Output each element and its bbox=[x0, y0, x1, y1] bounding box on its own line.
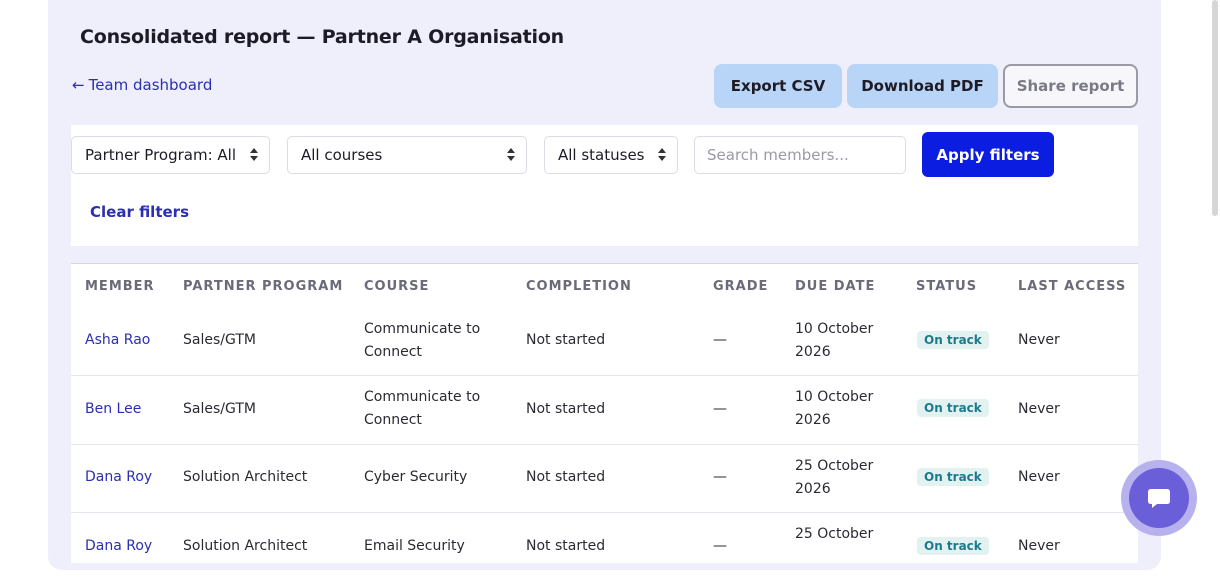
back-link-label: Team dashboard bbox=[88, 76, 213, 94]
export-csv-button[interactable]: Export CSV bbox=[714, 64, 842, 108]
last-access-cell: Never bbox=[1018, 401, 1060, 417]
partner-program-cell: Sales/GTM bbox=[183, 332, 256, 348]
status-select-value: All statuses bbox=[558, 146, 645, 164]
column-header-course[interactable]: COURSE bbox=[364, 279, 429, 294]
member-name-link[interactable]: Dana Roy bbox=[85, 466, 152, 489]
course-cell-line2: Connect bbox=[364, 412, 422, 428]
status-badge: On track bbox=[917, 331, 989, 349]
partner-program-select[interactable]: Partner Program: All bbox=[71, 136, 270, 174]
course-select[interactable]: All courses bbox=[287, 136, 527, 174]
due-date-cell-line1: 25 October bbox=[795, 458, 874, 474]
column-header-status[interactable]: STATUS bbox=[916, 279, 977, 294]
download-pdf-button[interactable]: Download PDF bbox=[847, 64, 998, 108]
course-cell-line1: Email Security bbox=[364, 538, 465, 554]
partner-program-select-value: Partner Program: All bbox=[85, 146, 236, 164]
course-cell-line1: Cyber Security bbox=[364, 469, 468, 485]
partner-program-cell: Solution Architect bbox=[183, 469, 308, 485]
grade-cell: — bbox=[713, 538, 727, 554]
grade-cell: — bbox=[713, 469, 727, 485]
page-title: Consolidated report — Partner A Organisa… bbox=[80, 26, 565, 48]
course-cell-line2: Connect bbox=[364, 344, 422, 360]
due-date-cell-line1: 25 October bbox=[795, 526, 874, 542]
select-caret-icon bbox=[250, 147, 259, 163]
completion-cell: Not started bbox=[526, 469, 606, 485]
due-date-cell-line2: 2026 bbox=[795, 344, 831, 360]
select-caret-icon bbox=[658, 147, 667, 163]
clear-filters-link[interactable]: Clear filters bbox=[90, 203, 189, 221]
column-header-completion[interactable]: COMPLETION bbox=[526, 279, 632, 294]
member-name-link[interactable]: Ben Lee bbox=[85, 398, 141, 421]
column-header-due-date[interactable]: DUE DATE bbox=[795, 279, 875, 294]
apply-filters-button[interactable]: Apply filters bbox=[922, 132, 1054, 177]
chat-launcher-button[interactable] bbox=[1121, 460, 1197, 536]
status-select[interactable]: All statuses bbox=[544, 136, 678, 174]
due-date-cell-line2: 2026 bbox=[795, 412, 831, 428]
status-badge: On track bbox=[917, 468, 989, 486]
column-header-grade[interactable]: GRADE bbox=[713, 279, 768, 294]
completion-cell: Not started bbox=[526, 538, 606, 554]
search-members-input[interactable] bbox=[694, 136, 906, 174]
due-date-cell-line1: 10 October bbox=[795, 389, 874, 405]
course-select-value: All courses bbox=[301, 146, 383, 164]
share-report-button[interactable]: Share report bbox=[1003, 64, 1138, 108]
partner-program-cell: Solution Architect bbox=[183, 538, 308, 554]
last-access-cell: Never bbox=[1018, 469, 1060, 485]
grade-cell: — bbox=[713, 332, 727, 348]
select-caret-icon bbox=[507, 147, 516, 163]
member-name-link[interactable]: Asha Rao bbox=[85, 329, 150, 352]
course-cell-line1: Communicate to bbox=[364, 321, 481, 337]
last-access-cell: Never bbox=[1018, 332, 1060, 348]
partner-program-cell: Sales/GTM bbox=[183, 401, 256, 417]
status-badge: On track bbox=[917, 537, 989, 555]
grade-cell: — bbox=[713, 401, 727, 417]
page-scrollbar[interactable] bbox=[1212, 0, 1218, 216]
completion-cell: Not started bbox=[526, 332, 606, 348]
back-to-team-dashboard-link[interactable]: ← Team dashboard bbox=[72, 76, 212, 94]
completion-cell: Not started bbox=[526, 401, 606, 417]
column-header-partner-program[interactable]: PARTNER PROGRAM bbox=[183, 279, 343, 294]
course-cell-line1: Communicate to bbox=[364, 389, 481, 405]
chat-bubble-icon bbox=[1129, 468, 1189, 528]
member-name-link[interactable]: Dana Roy bbox=[85, 535, 152, 558]
column-header-last-access[interactable]: LAST ACCESS bbox=[1018, 279, 1126, 294]
due-date-cell-line1: 10 October bbox=[795, 321, 874, 337]
column-header-member[interactable]: MEMBER bbox=[85, 279, 155, 294]
status-badge: On track bbox=[917, 399, 989, 417]
due-date-cell-line2: 2026 bbox=[795, 481, 831, 497]
last-access-cell: Never bbox=[1018, 538, 1060, 554]
arrow-left-icon: ← bbox=[72, 76, 85, 94]
